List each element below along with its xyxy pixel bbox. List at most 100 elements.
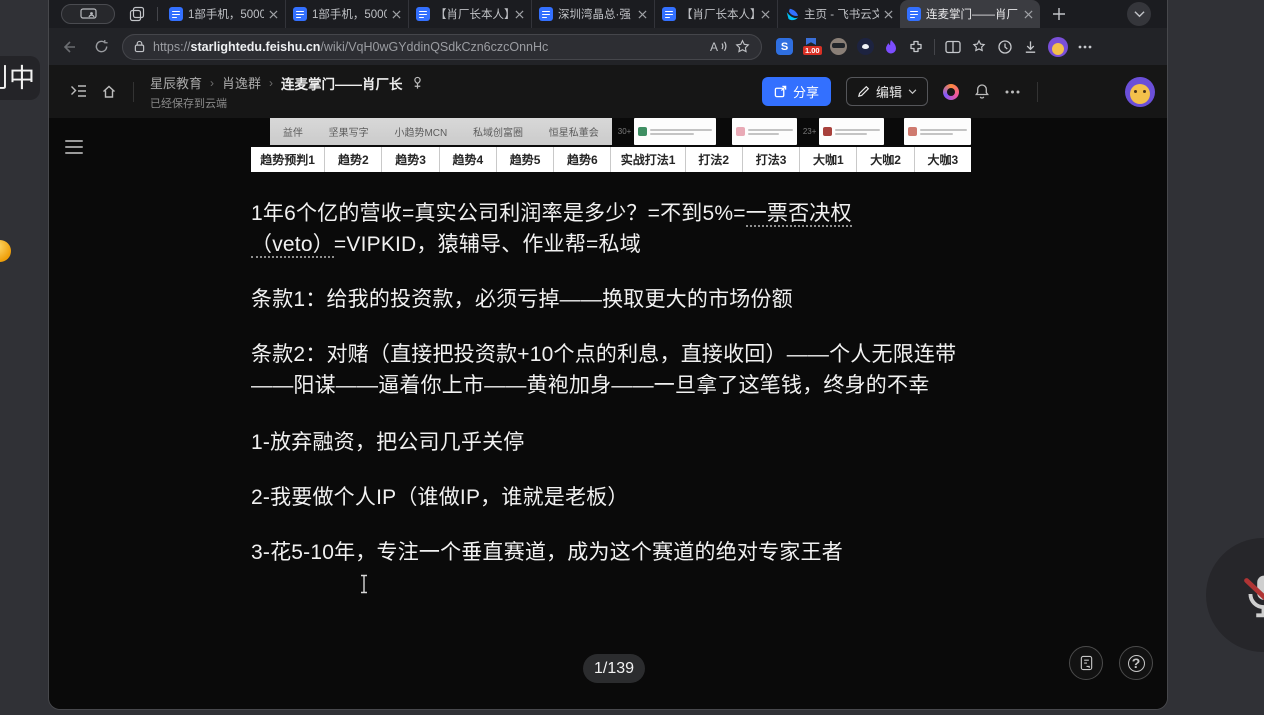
breadcrumb-space[interactable]: 星辰教育 xyxy=(150,73,202,92)
document-area[interactable]: 益伴 坚果写字 小趋势MCN 私域创富圈 恒星私董会 30+ xyxy=(49,118,1167,709)
lock-icon[interactable] xyxy=(134,40,145,53)
screen-share-button[interactable] xyxy=(61,4,115,24)
embedded-image[interactable]: 益伴 坚果写字 小趋势MCN 私域创富圈 恒星私董会 30+ xyxy=(251,118,971,145)
feishu-icon xyxy=(785,7,799,21)
desktop: 1部手机，5000 1部手机，5000 【肖厂长本人】 深圳湾晶总·强 【肖厂长 xyxy=(0,0,1264,715)
thumb-count-label: 23+ xyxy=(803,127,817,136)
table-tab[interactable]: 趋势2 xyxy=(325,147,382,172)
table-tab[interactable]: 实战打法1 xyxy=(611,147,685,172)
flag-shape xyxy=(806,38,816,45)
read-aloud-icon[interactable]: A xyxy=(710,40,727,53)
banner-label: 小趋势MCN xyxy=(394,124,447,139)
pin-icon[interactable] xyxy=(411,76,424,90)
mic-muted-overlay[interactable] xyxy=(1206,538,1264,652)
text-run: 1年6个亿的营收=真实公司利润率是多少？=不到5%= xyxy=(251,202,746,225)
image-banner: 益伴 坚果写字 小趋势MCN 私域创富圈 恒星私董会 xyxy=(270,118,612,145)
chevron-separator: › xyxy=(269,76,273,90)
settings-menu-icon[interactable] xyxy=(1078,45,1092,49)
workspaces-icon[interactable] xyxy=(129,6,145,22)
thumb-lines xyxy=(835,129,880,135)
favorites-icon[interactable] xyxy=(971,39,987,54)
browser-tab[interactable]: 主页 - 飞书云文档 xyxy=(777,0,900,28)
tab-search-button[interactable] xyxy=(1127,2,1151,26)
thumb-count-label: 30+ xyxy=(618,127,632,136)
favorite-star-icon[interactable] xyxy=(735,39,750,54)
feedback-button[interactable] xyxy=(1069,646,1103,680)
home-icon[interactable] xyxy=(101,84,117,100)
close-icon[interactable] xyxy=(884,10,893,19)
extension-price-tag-icon[interactable]: 1.00 xyxy=(803,38,820,55)
doc-icon xyxy=(539,7,553,21)
pencil-icon xyxy=(857,85,870,98)
extension-s-icon[interactable]: S xyxy=(776,38,793,55)
close-icon[interactable] xyxy=(392,10,401,19)
more-icon[interactable] xyxy=(1005,90,1020,94)
refresh-icon[interactable] xyxy=(94,39,109,54)
help-button[interactable]: ? xyxy=(1119,646,1153,680)
extension-moon-face-icon[interactable] xyxy=(857,38,874,55)
chevron-down-icon xyxy=(1134,10,1145,18)
browser-tab[interactable]: 【肖厂长本人】 xyxy=(654,0,777,28)
chevron-down-icon xyxy=(908,89,917,95)
paragraph[interactable]: 条款1：给我的投资款，必须亏掉——换取更大的市场份额 xyxy=(251,284,971,315)
paragraph[interactable]: 条款2：对赌（直接把投资款+10个点的利息，直接收回）——个人无限连带——阳谋—… xyxy=(251,339,971,401)
doc-icon xyxy=(293,7,307,21)
table-tab[interactable]: 趋势5 xyxy=(497,147,554,172)
divider xyxy=(934,39,935,55)
browser-tab[interactable]: 【肖厂长本人】 xyxy=(408,0,531,28)
downloads-icon[interactable] xyxy=(1023,39,1038,55)
paragraph[interactable]: 3-花5-10年，专注一个垂直赛道，成为这个赛道的绝对专家王者 xyxy=(251,537,971,568)
thumb-lines xyxy=(650,129,712,135)
table-tab[interactable]: 趋势6 xyxy=(554,147,611,172)
doc-icon xyxy=(662,7,676,21)
browser-tab[interactable]: 1部手机，5000 xyxy=(162,0,285,28)
url-text: https://starlightedu.feishu.cn/wiki/VqH0… xyxy=(153,40,702,54)
paragraph[interactable]: 1年6个亿的营收=真实公司利润率是多少？=不到5%=一票否决权（veto）=VI… xyxy=(251,198,971,260)
close-icon[interactable] xyxy=(638,10,647,19)
share-button[interactable]: 分享 xyxy=(762,77,831,106)
save-status: 已经保存到云端 xyxy=(150,95,424,111)
paragraph[interactable]: 2-我要做个人IP（谁做IP，谁就是老板） xyxy=(251,482,971,513)
assistant-ball[interactable] xyxy=(0,240,11,262)
text-cursor xyxy=(359,574,369,594)
table-tab[interactable]: 趋势预判1 xyxy=(251,147,325,172)
new-tab-button[interactable] xyxy=(1052,7,1066,21)
thumb-avatar xyxy=(638,127,647,136)
table-tab[interactable]: 大咖1 xyxy=(800,147,857,172)
bell-icon[interactable] xyxy=(974,83,990,100)
extension-avatar-icon[interactable] xyxy=(830,38,847,55)
screen-share-icon xyxy=(80,8,97,21)
browser-tab[interactable]: 1部手机，5000 xyxy=(285,0,408,28)
outline-menu-icon[interactable] xyxy=(65,140,83,154)
divider xyxy=(133,82,134,102)
extension-flame-icon[interactable] xyxy=(884,39,898,55)
paragraph[interactable]: 1-放弃融资，把公司几乎关停 xyxy=(251,427,971,458)
extensions-toolbar: S 1.00 xyxy=(776,37,1092,57)
close-icon[interactable] xyxy=(515,10,524,19)
close-icon[interactable] xyxy=(269,10,278,19)
sidebar-toggle-icon[interactable] xyxy=(70,84,87,99)
url-bar[interactable]: https://starlightedu.feishu.cn/wiki/VqH0… xyxy=(122,34,762,60)
history-icon[interactable] xyxy=(997,39,1013,55)
breadcrumb-folder[interactable]: 肖逸群 xyxy=(222,73,261,92)
document-title-block: 星辰教育 › 肖逸群 › 连麦掌门——肖厂长 已经保存到云端 xyxy=(150,73,424,111)
table-tab[interactable]: 打法2 xyxy=(686,147,743,172)
profile-avatar[interactable] xyxy=(1048,37,1068,57)
divider xyxy=(157,7,158,21)
table-tab[interactable]: 打法3 xyxy=(743,147,800,172)
table-tab[interactable]: 大咖2 xyxy=(857,147,914,172)
record-ring-icon[interactable] xyxy=(943,84,959,100)
question-icon: ? xyxy=(1128,655,1145,672)
table-tab[interactable]: 趋势4 xyxy=(440,147,497,172)
back-icon[interactable] xyxy=(62,39,78,55)
user-avatar[interactable] xyxy=(1125,77,1155,107)
browser-tab[interactable]: 深圳湾晶总·强 xyxy=(531,0,654,28)
extensions-puzzle-icon[interactable] xyxy=(908,39,924,55)
close-icon[interactable] xyxy=(1024,10,1033,19)
browser-tab-active[interactable]: 连麦掌门——肖厂 xyxy=(900,0,1040,28)
table-tab[interactable]: 趋势3 xyxy=(382,147,439,172)
split-screen-icon[interactable] xyxy=(945,40,961,54)
table-tab[interactable]: 大咖3 xyxy=(915,147,971,172)
close-icon[interactable] xyxy=(761,10,770,19)
edit-button[interactable]: 编辑 xyxy=(846,77,928,106)
